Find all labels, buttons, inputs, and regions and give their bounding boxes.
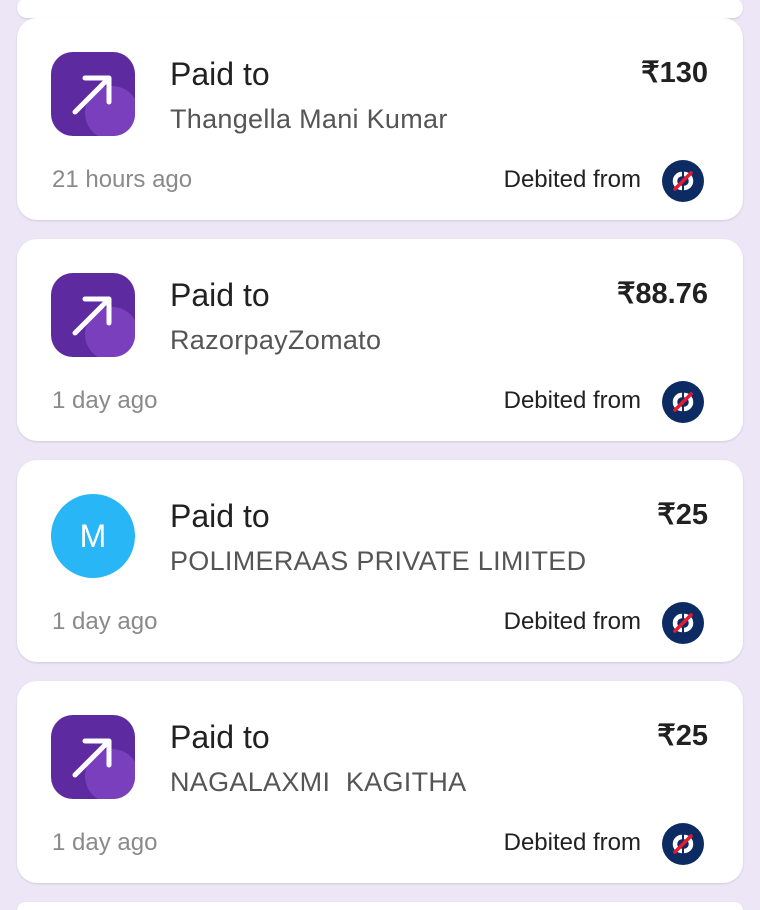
merchant-initial-avatar: M — [51, 494, 135, 578]
transaction-time: 1 day ago — [52, 387, 158, 414]
transaction-amount: ₹25 — [657, 720, 708, 752]
transaction-title: Paid to — [170, 277, 270, 313]
transaction-card[interactable]: M Paid to POLIMERAAS PRIVATE LIMITED ₹25… — [17, 460, 743, 662]
debited-from-label: Debited from — [503, 829, 641, 856]
arrow-up-right-icon — [51, 715, 135, 799]
arrow-up-right-icon — [51, 52, 135, 136]
transaction-amount: ₹130 — [641, 57, 708, 89]
payee-name: RazorpayZomato — [170, 325, 382, 355]
transaction-card[interactable]: Paid to NAGALAXMI KAGITHA ₹25 1 day ago … — [17, 681, 743, 883]
payee-name: NAGALAXMI KAGITHA — [170, 767, 467, 797]
debited-from-label: Debited from — [503, 166, 641, 193]
transaction-card-partial[interactable] — [17, 902, 743, 910]
transaction-card[interactable]: Paid to Thangella Mani Kumar ₹130 21 hou… — [17, 18, 743, 220]
transaction-title: Paid to — [170, 498, 270, 534]
transaction-card[interactable]: Paid to RazorpayZomato ₹88.76 1 day ago … — [17, 239, 743, 441]
transaction-time: 1 day ago — [52, 829, 158, 856]
transaction-title: Paid to — [170, 719, 270, 755]
debited-from-label: Debited from — [503, 608, 641, 635]
debited-from-label: Debited from — [503, 387, 641, 414]
transaction-time: 21 hours ago — [52, 166, 193, 193]
transaction-card-partial[interactable] — [17, 0, 743, 18]
bank-logo-icon — [662, 160, 704, 202]
payee-name: POLIMERAAS PRIVATE LIMITED — [170, 546, 587, 576]
bank-logo-icon — [662, 823, 704, 865]
transaction-amount: ₹88.76 — [616, 278, 708, 310]
transaction-title: Paid to — [170, 56, 270, 92]
transaction-time: 1 day ago — [52, 608, 158, 635]
transaction-amount: ₹25 — [657, 499, 708, 531]
arrow-up-right-icon — [51, 273, 135, 357]
payee-name: Thangella Mani Kumar — [170, 104, 448, 134]
bank-logo-icon — [662, 381, 704, 423]
bank-logo-icon — [662, 602, 704, 644]
